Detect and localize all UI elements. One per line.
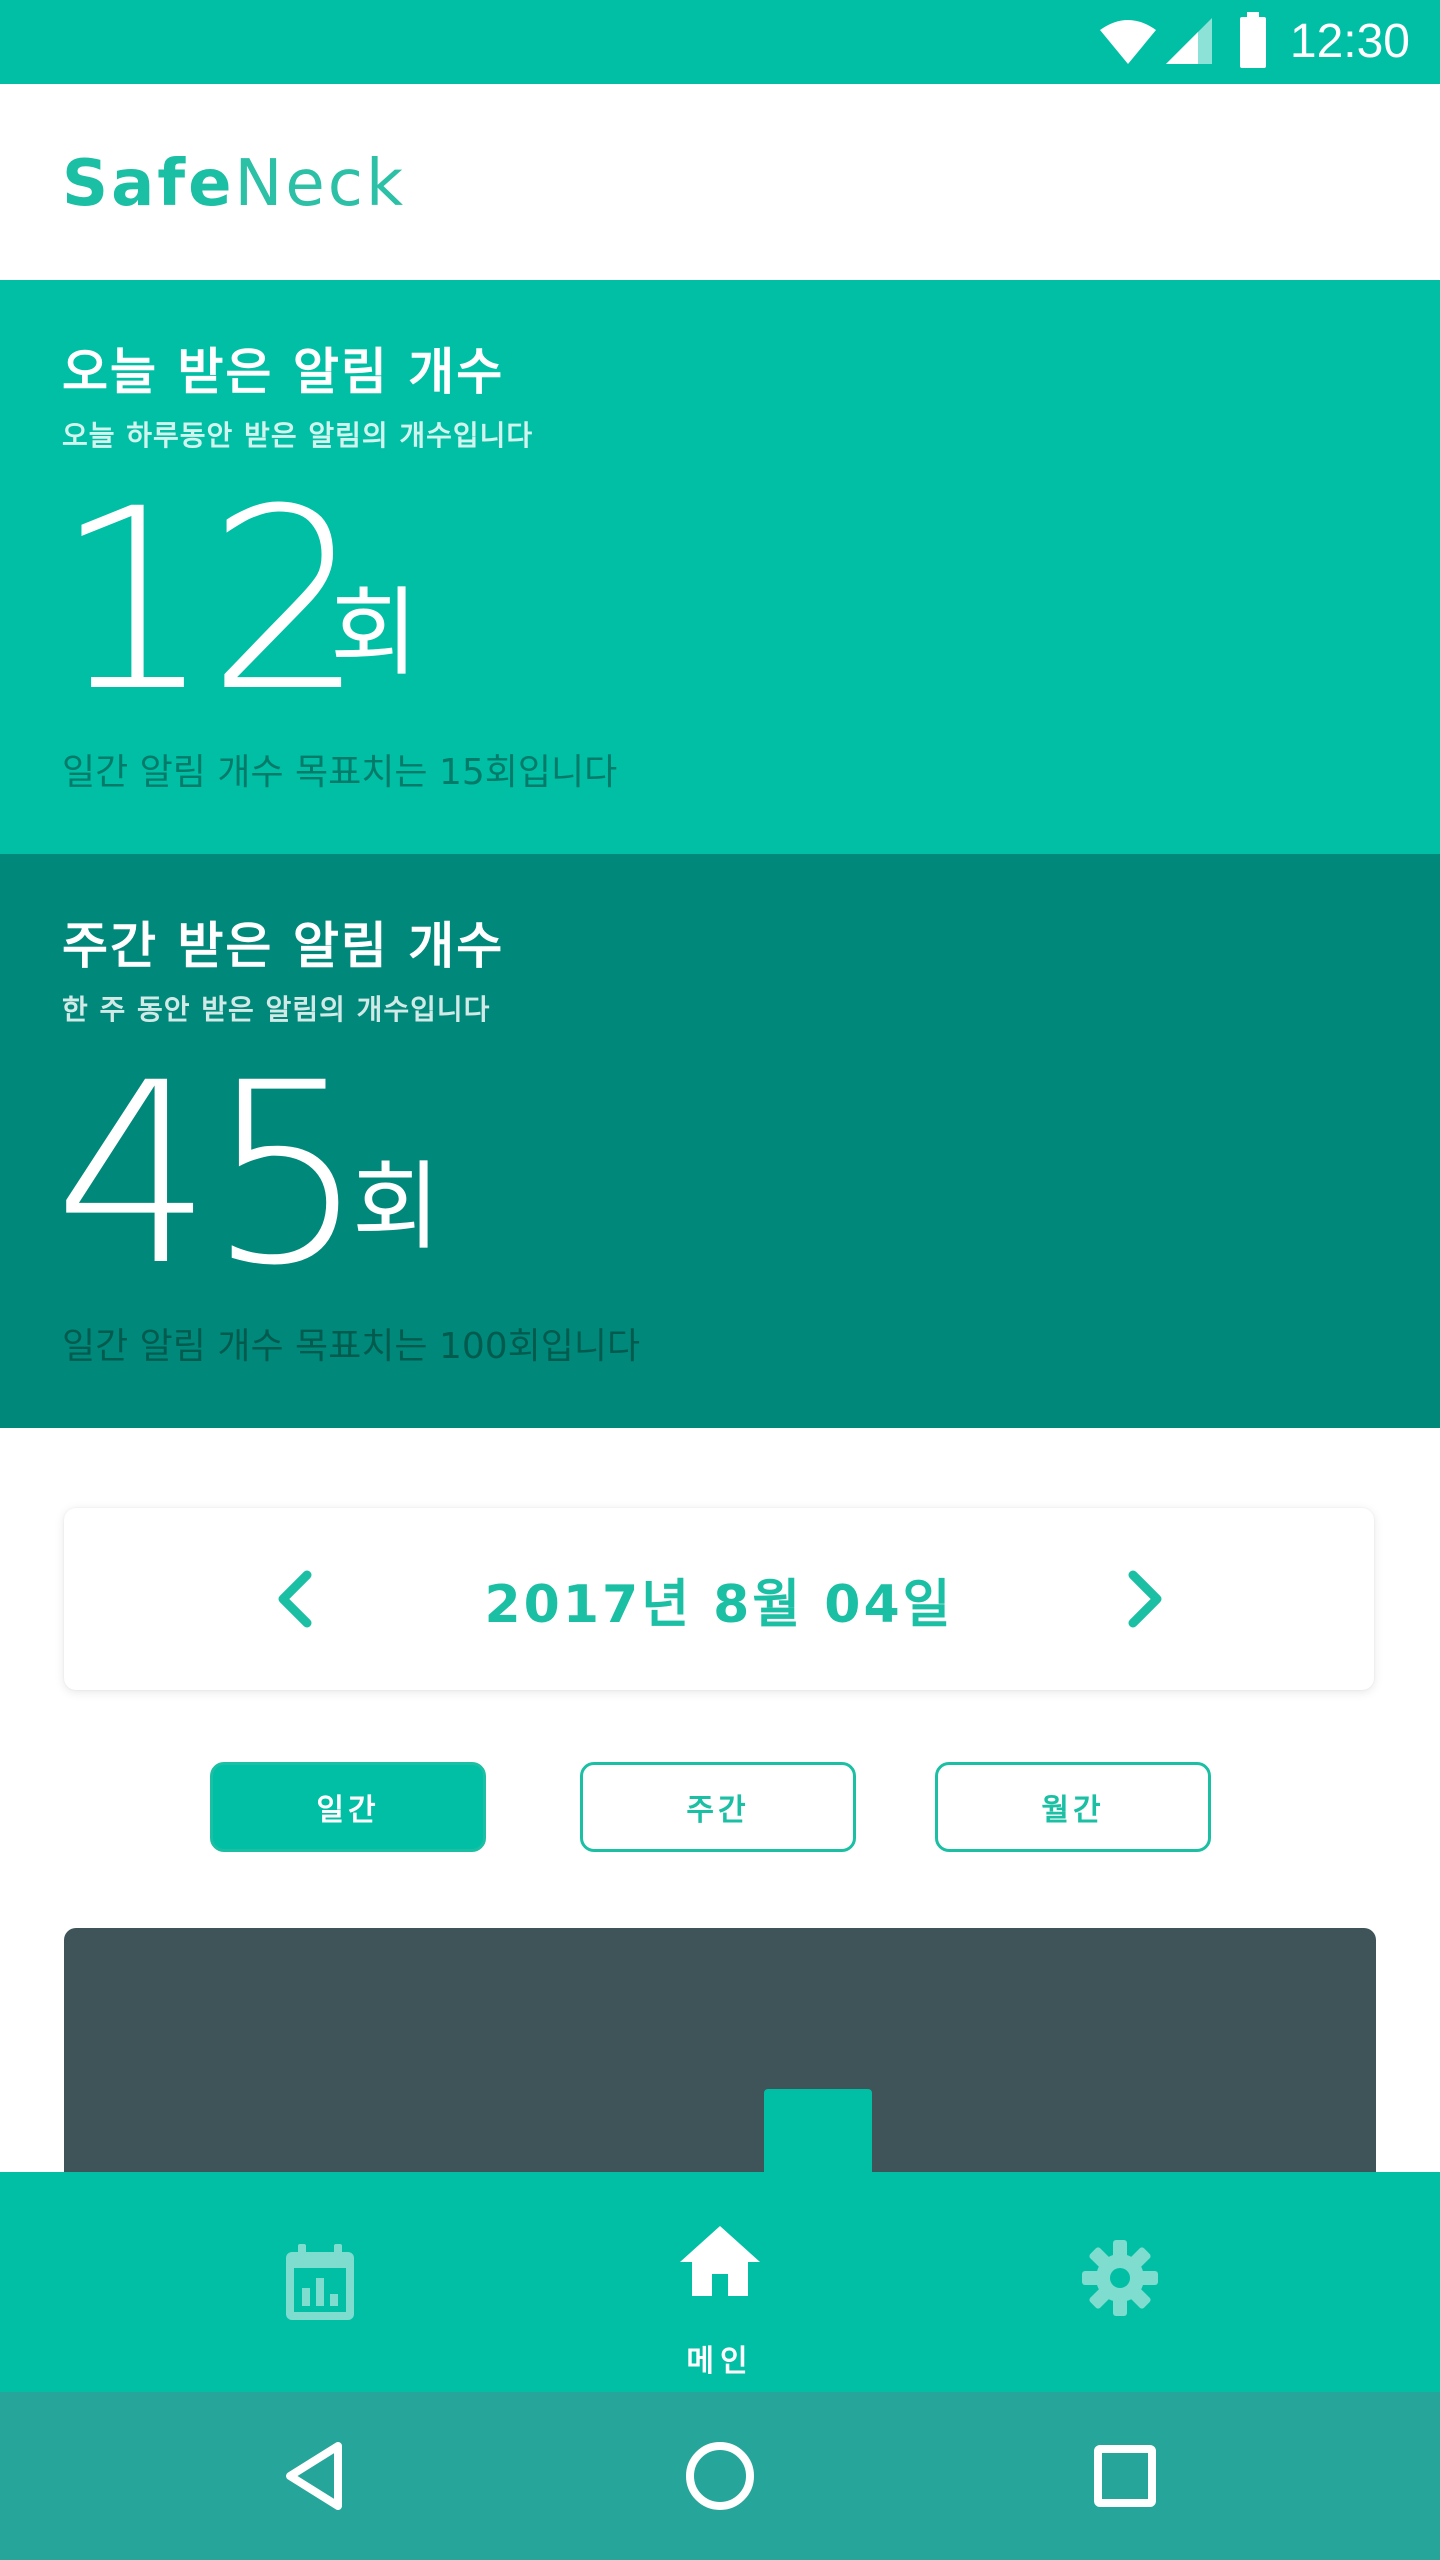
- today-count: 12: [54, 455, 366, 746]
- nav-settings[interactable]: [880, 2172, 1360, 2392]
- today-title: 오늘 받은 알림 개수: [62, 343, 505, 401]
- previous-date-button[interactable]: [254, 1558, 336, 1640]
- system-navigation-bar: [0, 2392, 1440, 2560]
- date-selector: 2017년 8월 04일: [64, 1508, 1374, 1690]
- next-date-button[interactable]: [1104, 1558, 1186, 1640]
- status-time: 12:30: [1289, 15, 1410, 68]
- weekly-stat-card: 주간 받은 알림 개수 한 주 동안 받은 알림의 개수입니다 45 회 일간 …: [0, 854, 1440, 1428]
- chevron-right-icon: [1128, 1570, 1162, 1628]
- home-icon: [680, 2226, 760, 2296]
- weekly-subtitle: 한 주 동안 받은 알림의 개수입니다: [62, 993, 491, 1026]
- status-bar: 12:30: [0, 0, 1440, 84]
- today-stat-card: 오늘 받은 알림 개수 오늘 하루동안 받은 알림의 개수입니다 12 회 일간…: [0, 280, 1440, 854]
- chevron-left-icon: [278, 1570, 312, 1628]
- tab-daily[interactable]: 일간: [210, 1762, 486, 1852]
- gear-icon: [1082, 2240, 1158, 2316]
- recents-button[interactable]: [1075, 2426, 1175, 2526]
- weekly-goal-text: 일간 알림 개수 목표치는 100회입니다: [62, 1326, 641, 1367]
- back-button[interactable]: [264, 2426, 364, 2526]
- today-goal-text: 일간 알림 개수 목표치는 15회입니다: [62, 752, 618, 793]
- back-icon: [286, 2442, 342, 2510]
- recents-icon: [1094, 2445, 1156, 2507]
- logo-bold-text: Safe: [62, 147, 235, 221]
- bottom-navigation: 메인: [0, 2172, 1440, 2392]
- home-circle-icon: [686, 2442, 754, 2510]
- app-bar: SafeNeck: [0, 84, 1440, 280]
- weekly-unit: 회: [352, 1151, 441, 1263]
- calendar-chart-icon: [286, 2244, 354, 2320]
- wifi-icon: [1100, 20, 1156, 64]
- today-subtitle: 오늘 하루동안 받은 알림의 개수입니다: [62, 419, 534, 452]
- tab-weekly[interactable]: 주간: [580, 1762, 856, 1852]
- battery-icon: [1240, 12, 1266, 68]
- cell-signal-icon: [1166, 18, 1212, 64]
- weekly-count: 45: [54, 1029, 366, 1320]
- app-logo: SafeNeck: [62, 144, 406, 224]
- home-button[interactable]: [670, 2426, 770, 2526]
- today-unit: 회: [330, 577, 419, 689]
- tab-monthly[interactable]: 월간: [935, 1762, 1211, 1852]
- logo-light-text: Neck: [234, 147, 407, 221]
- weekly-title: 주간 받은 알림 개수: [62, 917, 505, 975]
